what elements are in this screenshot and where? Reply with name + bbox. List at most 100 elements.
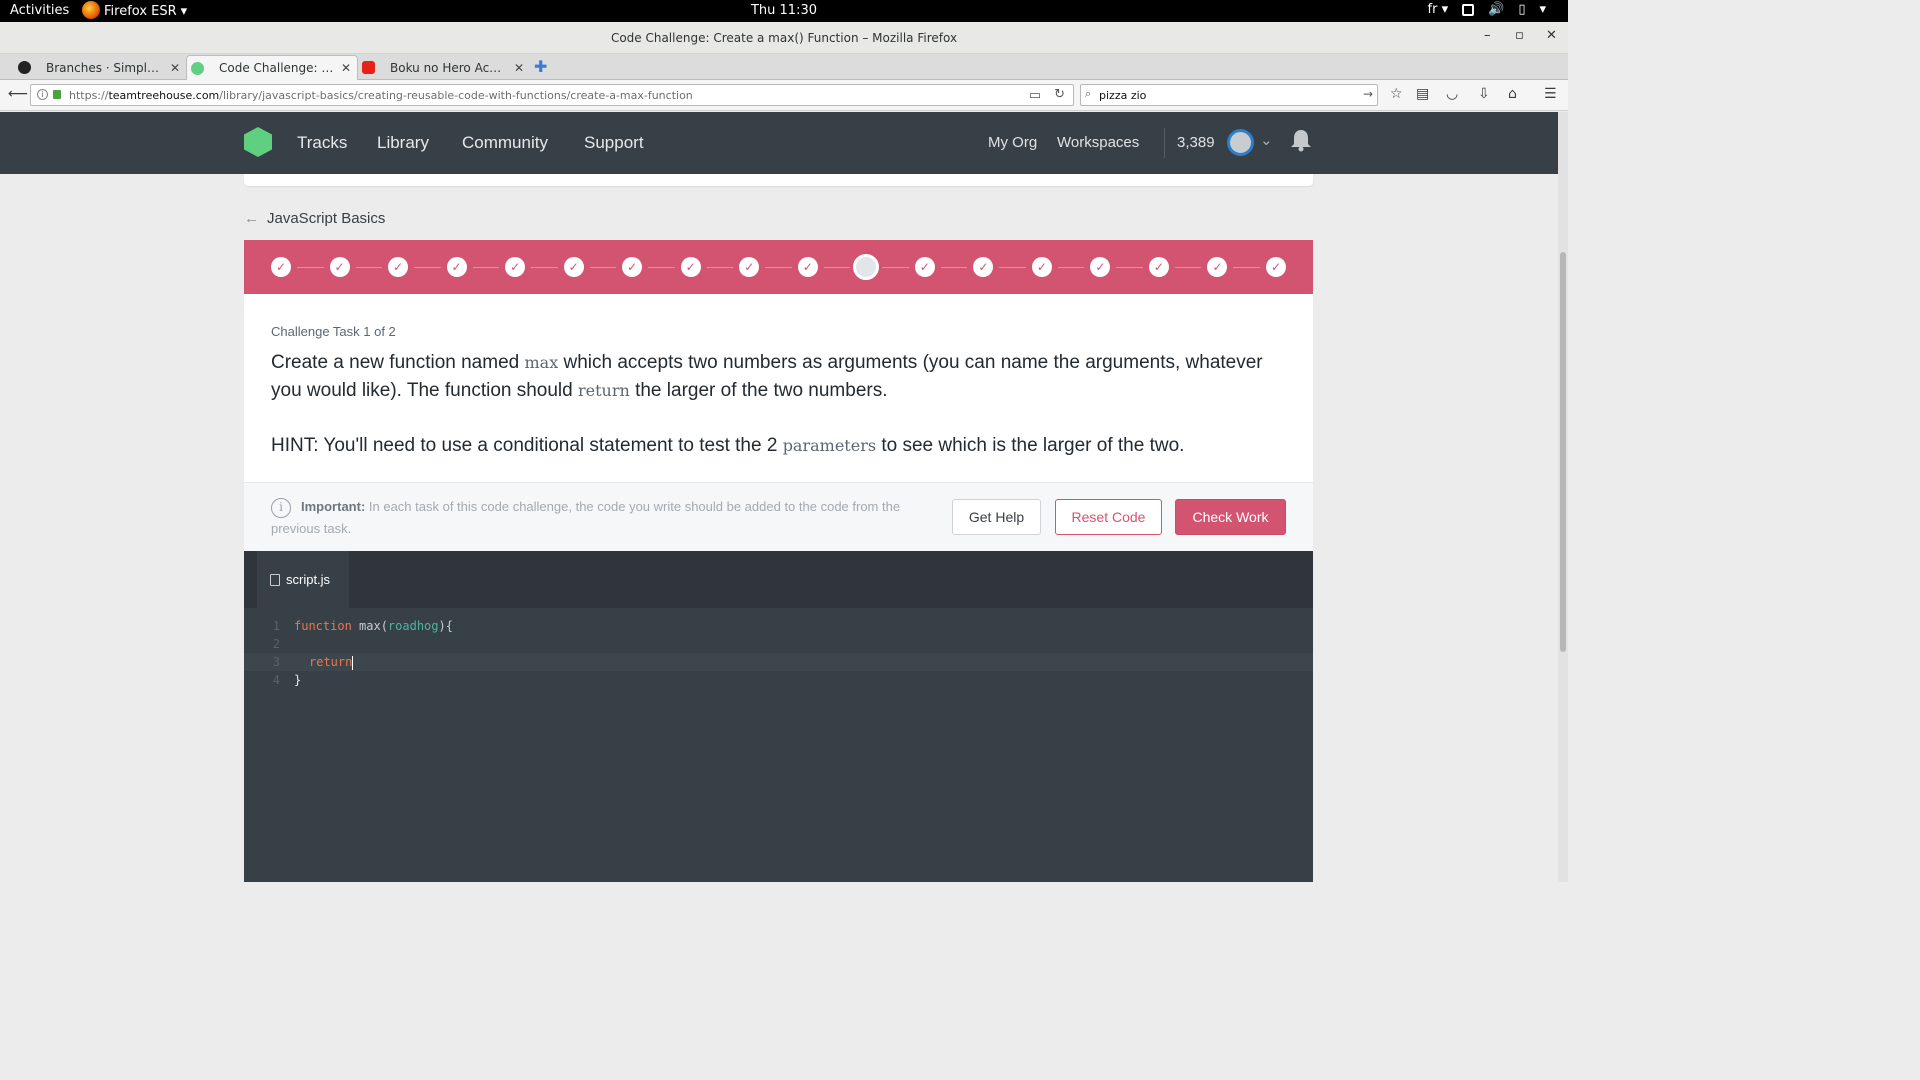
workspaces-link[interactable]: Workspaces	[1057, 134, 1139, 151]
browser-tab[interactable]: Branches · Simplon-R... ✕	[14, 55, 186, 80]
home-icon[interactable]: ⌂	[1508, 86, 1517, 102]
page-content: Tracks Library Community Support My Org …	[0, 112, 1558, 882]
bookmark-star-icon[interactable]: ☆	[1390, 86, 1403, 102]
caret-down-icon: ▾	[1539, 2, 1546, 17]
new-tab-icon[interactable]: ✚	[534, 57, 547, 76]
check-work-button[interactable]: Check Work	[1175, 499, 1286, 535]
progress-step-completed[interactable]: ✓	[1266, 257, 1286, 277]
progress-step-completed[interactable]: ✓	[505, 257, 526, 277]
step-connector	[297, 267, 324, 268]
firefox-icon	[82, 1, 100, 19]
line-number: 4	[272, 673, 280, 687]
close-window-icon[interactable]: ✕	[1546, 28, 1557, 43]
site-info-icon[interactable]: i	[37, 89, 48, 100]
system-top-bar: Activities Firefox ESR ▾ Thu 11:30 fr ▾ …	[0, 0, 1568, 22]
notification-bell-icon[interactable]	[1290, 128, 1312, 152]
step-connector	[1116, 267, 1143, 268]
progress-step-completed[interactable]: ✓	[271, 257, 291, 277]
back-icon[interactable]: ⟵	[8, 86, 28, 102]
avatar[interactable]	[1227, 129, 1254, 156]
task-text: Create a new function named	[271, 352, 525, 373]
tab-close-icon[interactable]: ✕	[341, 61, 351, 75]
progress-step-completed[interactable]: ✓	[446, 257, 467, 277]
maximize-icon[interactable]: ▫	[1515, 28, 1524, 43]
progress-step-completed[interactable]: ✓	[797, 257, 818, 277]
code-line[interactable]: 4 }	[244, 671, 1313, 689]
window-icon	[1462, 3, 1475, 16]
lock-icon	[53, 90, 61, 99]
browser-tab-active[interactable]: Code Challenge: Cre... ✕	[186, 55, 358, 80]
hint-text: to see which is the larger of the two.	[876, 435, 1185, 456]
minimize-icon[interactable]: –	[1484, 28, 1491, 43]
url-prefix: https://	[69, 89, 109, 102]
reload-icon[interactable]: ↻	[1054, 87, 1065, 102]
search-icon: ⌕	[1085, 87, 1092, 100]
progress-step-completed[interactable]: ✓	[563, 257, 584, 277]
reset-code-button[interactable]: Reset Code	[1055, 499, 1162, 535]
step-connector	[940, 267, 968, 268]
url-bar[interactable]: i https://teamtreehouse.com/library/java…	[30, 84, 1074, 106]
navigation-bar: ⟵ i https://teamtreehouse.com/library/ja…	[0, 80, 1568, 111]
download-icon[interactable]: ⇩	[1478, 86, 1490, 102]
browser-tab[interactable]: Boku no Hero Acade... ✕	[358, 55, 530, 80]
progress-step-completed[interactable]: ✓	[739, 257, 760, 277]
line-content: }	[294, 673, 302, 687]
step-connector	[1057, 267, 1085, 268]
language-indicator[interactable]: fr ▾	[1428, 2, 1449, 17]
nav-support[interactable]: Support	[584, 133, 644, 153]
step-connector	[648, 267, 675, 268]
treehouse-icon	[191, 62, 204, 75]
progress-step-completed[interactable]: ✓	[1207, 257, 1228, 277]
code-line[interactable]: 2	[244, 635, 1313, 653]
previous-card-edge	[244, 174, 1313, 186]
breadcrumb[interactable]: ← JavaScript Basics	[244, 210, 385, 227]
bookmarks-list-icon[interactable]: ▤	[1416, 86, 1429, 102]
argument: roadhog	[387, 619, 439, 633]
code-editor[interactable]: script.js 1 function max(roadhog){ 2 3 r…	[244, 551, 1313, 882]
step-connector	[999, 267, 1026, 268]
progress-step-completed[interactable]: ✓	[1090, 257, 1111, 277]
progress-step-current[interactable]	[853, 254, 880, 280]
tab-label: Branches · Simplon-R...	[46, 60, 164, 75]
progress-step-completed[interactable]: ✓	[622, 257, 643, 277]
code-line-active[interactable]: 3 return	[244, 653, 1313, 671]
task-code: return	[578, 381, 630, 400]
nav-library[interactable]: Library	[377, 133, 429, 153]
menu-icon[interactable]: ☰	[1544, 86, 1557, 102]
arrow-left-icon: ←	[244, 210, 259, 227]
pocket-icon[interactable]: ◡	[1446, 86, 1458, 102]
treehouse-logo-icon[interactable]	[244, 127, 272, 157]
site-header: Tracks Library Community Support My Org …	[0, 112, 1558, 174]
tab-label: Code Challenge: Cre...	[219, 61, 335, 75]
progress-step-completed[interactable]: ✓	[914, 257, 935, 277]
page-scrollbar[interactable]	[1558, 112, 1568, 882]
clock[interactable]: Thu 11:30	[0, 3, 1568, 18]
progress-step-completed[interactable]: ✓	[1031, 257, 1052, 277]
tab-close-icon[interactable]: ✕	[170, 61, 180, 75]
app-menu[interactable]: Firefox ESR ▾	[82, 1, 187, 19]
progress-step-completed[interactable]: ✓	[1148, 257, 1169, 277]
scrollbar-thumb[interactable]	[1560, 252, 1566, 652]
file-tab[interactable]: script.js	[257, 551, 349, 608]
breadcrumb-label: JavaScript Basics	[267, 210, 386, 227]
code-area[interactable]: 1 function max(roadhog){ 2 3 return 4 }	[244, 617, 1313, 689]
code-line[interactable]: 1 function max(roadhog){	[244, 617, 1313, 635]
system-tray[interactable]: fr ▾ 🔊 ▯ ▾	[1428, 2, 1546, 17]
points-count[interactable]: 3,389	[1177, 134, 1215, 151]
battery-icon: ▯	[1518, 2, 1526, 17]
my-org-link[interactable]: My Org	[988, 134, 1037, 151]
get-help-button[interactable]: Get Help	[952, 499, 1041, 535]
progress-step-completed[interactable]: ✓	[329, 257, 350, 277]
reader-view-icon[interactable]: ▭	[1029, 88, 1041, 103]
chevron-down-icon[interactable]: ⌄	[1260, 131, 1273, 149]
progress-step-completed[interactable]: ✓	[388, 257, 409, 277]
search-go-icon[interactable]: →	[1363, 87, 1373, 101]
activities-button[interactable]: Activities	[10, 3, 69, 18]
nav-tracks[interactable]: Tracks	[297, 133, 347, 153]
nav-community[interactable]: Community	[462, 133, 548, 153]
progress-step-completed[interactable]: ✓	[680, 257, 701, 277]
progress-step-completed[interactable]: ✓	[973, 257, 994, 277]
tab-close-icon[interactable]: ✕	[514, 61, 524, 75]
step-connector	[1233, 267, 1260, 268]
search-bar[interactable]: ⌕ pizza zio →	[1080, 84, 1378, 106]
